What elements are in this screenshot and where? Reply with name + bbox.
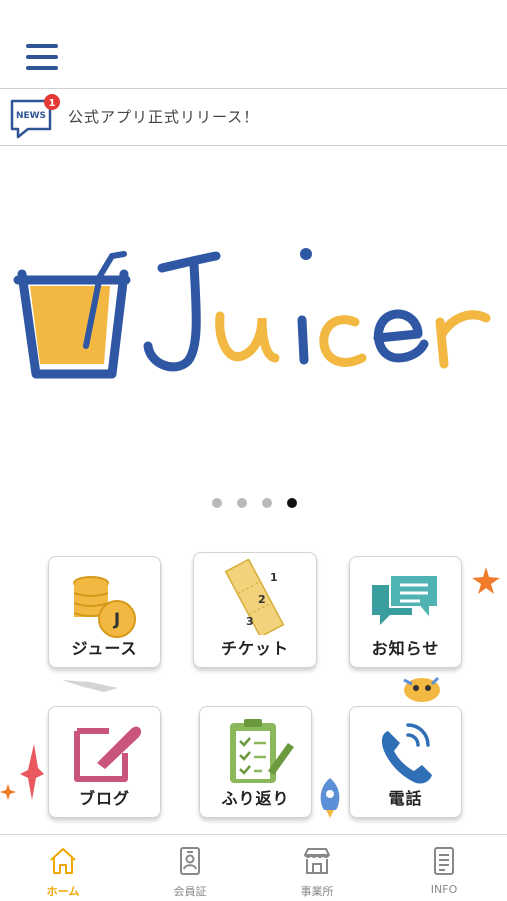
menu-tile-label: お知らせ [371,639,440,658]
menu-tile-phone[interactable]: 電話 [349,706,462,818]
svg-text:3: 3 [246,615,254,628]
carousel-dot-4[interactable] [287,498,297,508]
logo-letter-e [373,309,429,363]
bottom-tab-bar: ホーム 会員証 事業所 INFO [0,834,507,901]
logo-letter-i [297,315,309,365]
clipboard-icon [230,719,294,783]
news-icon-text: NEWS [16,111,46,121]
shop-icon [304,848,330,874]
tab-label: INFO [430,883,458,896]
app-header [0,0,507,89]
rocket-sticker-icon [320,778,340,818]
tab-info[interactable]: INFO [381,835,507,901]
news-ticker[interactable]: NEWS 1 公式アプリ正式リリース！ [0,89,507,146]
tab-label: ホーム [46,885,80,898]
logo-letter-J [143,259,201,372]
phone-icon [381,723,432,784]
carousel-pagination [212,498,302,510]
logo-letter-r [435,310,491,369]
carousel-dot-3[interactable] [262,498,272,508]
menu-tile-label: ブログ [78,789,130,808]
carousel-dot-2[interactable] [237,498,247,508]
juicer-logo [13,248,491,379]
sparkle-sticker-icon [0,744,44,800]
character-sticker-icon [403,676,440,702]
logo-letter-c [319,315,367,367]
menu-tile-label: 電話 [388,789,423,808]
menu-tile-label: ジュース [71,639,138,658]
menu-tile-notice[interactable]: お知らせ [349,556,462,668]
menu-tile-juice[interactable]: J ジュース [48,556,161,668]
cloud-sticker-icon [62,680,118,692]
id-card-icon [180,847,200,875]
svg-text:2: 2 [258,593,266,606]
star-sticker-icon [472,567,500,594]
banner-carousel[interactable] [0,146,507,486]
tab-label: 会員証 [173,885,207,898]
svg-text:1: 1 [270,571,278,584]
news-badge-count: 1 [49,98,56,109]
menu-tile-label: チケット [220,639,289,658]
tab-office[interactable]: 事業所 [254,835,380,901]
news-icon: NEWS 1 [10,94,60,139]
tab-label: 事業所 [300,885,334,898]
tab-member-card[interactable]: 会員証 [127,835,253,901]
menu-tile-review[interactable]: ふり返り [199,706,312,818]
tab-home[interactable]: ホーム [0,835,126,901]
menu-tile-blog[interactable]: ブログ [48,706,161,818]
hamburger-menu-icon[interactable] [26,44,58,70]
menu-tile-label: ふり返り [221,789,290,808]
coin-letter: J [113,610,120,630]
logo-letter-u [215,311,280,363]
ticket-icon: 1 2 3 [224,559,285,635]
news-headline[interactable]: 公式アプリ正式リリース！ [68,106,259,127]
carousel-dot-1[interactable] [212,498,222,508]
document-icon [434,847,454,875]
home-icon [50,848,76,874]
pen-icon [74,726,142,782]
menu-tile-ticket[interactable]: 1 2 3 チケット [193,552,317,668]
coins-icon: J [73,576,136,638]
chat-bubbles-icon [372,574,439,625]
